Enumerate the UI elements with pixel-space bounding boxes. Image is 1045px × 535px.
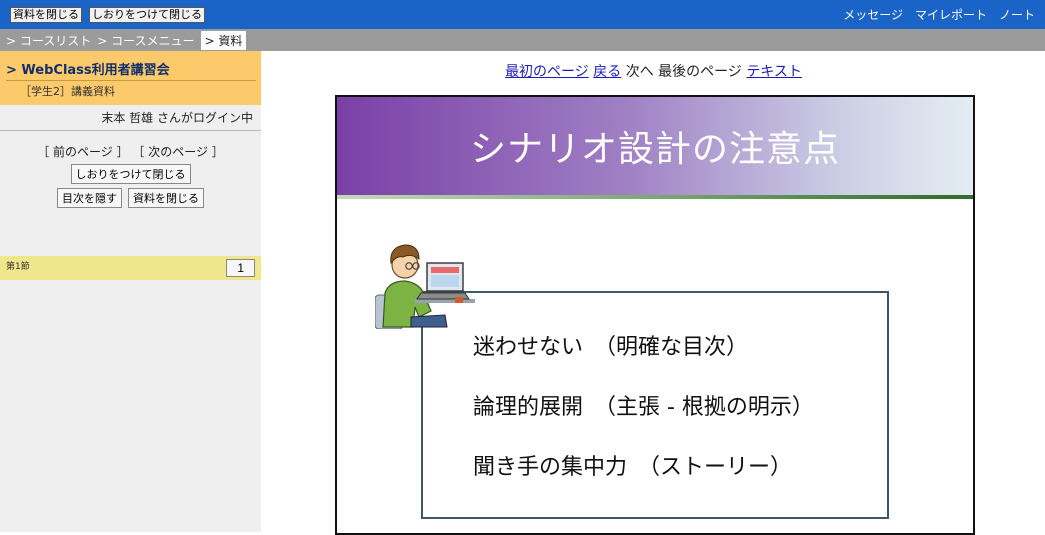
notes-link[interactable]: ノート bbox=[999, 6, 1035, 23]
breadcrumb-material: > 資料 bbox=[200, 30, 247, 50]
next-label: 次へ bbox=[625, 64, 654, 80]
slide-header: シナリオ設計の注意点 bbox=[337, 97, 973, 195]
breadcrumb: > コースリスト > コースメニュー > 資料 bbox=[0, 29, 1045, 51]
login-status: 末本 哲雄 さんがログイン中 bbox=[0, 105, 261, 131]
text-link[interactable]: テキスト bbox=[746, 64, 802, 80]
sidebar-bookmark-close-button[interactable]: しおりをつけて閉じる bbox=[70, 164, 191, 184]
person-laptop-illustration bbox=[375, 244, 475, 329]
top-bar: 資料を閉じる しおりをつけて閉じる メッセージ マイレポート ノート bbox=[0, 0, 1045, 29]
section-label: 第1節 bbox=[6, 262, 30, 272]
course-header: > WebClass利用者講習会 ［学生2］講義資料 bbox=[0, 51, 261, 105]
toc-section-row: 第1節 1 bbox=[0, 256, 261, 280]
course-subtitle: ［学生2］講義資料 bbox=[20, 85, 115, 98]
content-box: 迷わせない （明確な目次） 論理的展開 （主張 - 根拠の明示） 聞き手の集中力… bbox=[421, 291, 889, 519]
sidebar: > WebClass利用者講習会 ［学生2］講義資料 末本 哲雄 さんがログイン… bbox=[0, 51, 261, 532]
slide: シナリオ設計の注意点 迷わせない （明確な目次） 論理的展開 （主張 - 根拠の… bbox=[335, 95, 975, 535]
top-bar-links: メッセージ マイレポート ノート bbox=[843, 6, 1035, 23]
last-page-label: 最後のページ bbox=[658, 64, 742, 80]
sidebar-close-material-button[interactable]: 資料を閉じる bbox=[128, 188, 204, 208]
slide-point-2: 論理的展開 （主張 - 根拠の明示） bbox=[473, 395, 814, 420]
course-title: > WebClass利用者講習会 bbox=[6, 59, 256, 81]
breadcrumb-course-menu[interactable]: > コースメニュー bbox=[97, 32, 194, 49]
page-1-button[interactable]: 1 bbox=[226, 259, 255, 277]
close-material-button[interactable]: 資料を閉じる bbox=[10, 6, 82, 23]
hide-toc-button[interactable]: 目次を隠す bbox=[57, 188, 122, 208]
back-link[interactable]: 戻る bbox=[593, 64, 621, 80]
page-navigation: 最初のページ 戻る 次へ 最後のページ テキスト bbox=[262, 61, 1045, 81]
slide-point-3: 聞き手の集中力 （ストーリー） bbox=[473, 455, 793, 480]
my-report-link[interactable]: マイレポート bbox=[915, 6, 987, 23]
slide-title: シナリオ設計の注意点 bbox=[469, 129, 840, 170]
messages-link[interactable]: メッセージ bbox=[843, 6, 903, 23]
first-page-link[interactable]: 最初のページ bbox=[505, 64, 589, 80]
bookmark-close-button[interactable]: しおりをつけて閉じる bbox=[89, 6, 205, 23]
top-bar-buttons: 資料を閉じる しおりをつけて閉じる bbox=[10, 6, 205, 23]
slide-divider bbox=[337, 195, 973, 199]
sidebar-nav: ［ 前のページ ］ ［ 次のページ ］ しおりをつけて閉じる 目次を隠す 資料を… bbox=[0, 131, 261, 208]
prev-next-page-links[interactable]: ［ 前のページ ］ ［ 次のページ ］ bbox=[0, 143, 261, 160]
slide-point-1: 迷わせない （明確な目次） bbox=[473, 335, 749, 360]
breadcrumb-course-list[interactable]: > コースリスト bbox=[6, 32, 91, 49]
